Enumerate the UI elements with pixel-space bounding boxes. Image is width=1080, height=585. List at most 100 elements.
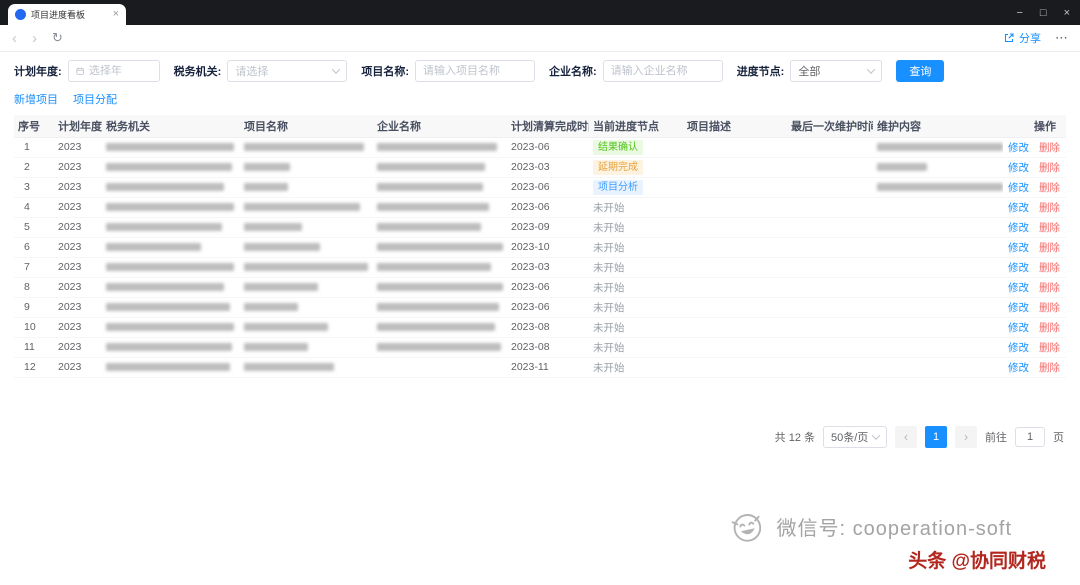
company-name-input[interactable] <box>611 65 715 77</box>
redacted-text <box>377 163 485 171</box>
current-page-button[interactable]: 1 <box>925 426 947 448</box>
project-name-input[interactable] <box>423 65 527 77</box>
cell-maintain-content <box>873 137 1003 157</box>
progress-node-badge: 项目分析 <box>593 180 643 195</box>
edit-link[interactable]: 修改 <box>1008 322 1029 334</box>
cell-tax-authority <box>102 357 240 377</box>
tax-authority-placeholder: 请选择 <box>235 63 268 79</box>
edit-link[interactable]: 修改 <box>1008 262 1029 274</box>
delete-link[interactable]: 删除 <box>1039 262 1060 274</box>
refresh-icon[interactable]: ↻ <box>52 30 63 46</box>
page-size-select[interactable]: 50条/页 <box>823 426 887 448</box>
cell-plan-year: 2023 <box>54 137 102 157</box>
cell-company-name <box>373 257 507 277</box>
cell-progress-node: 未开始 <box>589 357 683 377</box>
cell-project-name <box>240 297 373 317</box>
browser-tab[interactable]: 项目进度看板 × <box>8 4 126 25</box>
tax-authority-select[interactable]: 请选择 <box>227 60 347 82</box>
column-header: 操作 <box>1003 115 1066 137</box>
close-icon[interactable]: × <box>1064 7 1070 19</box>
cell-index: 7 <box>14 257 54 277</box>
edit-link[interactable]: 修改 <box>1008 362 1029 374</box>
delete-link[interactable]: 删除 <box>1039 342 1060 354</box>
edit-link[interactable]: 修改 <box>1008 202 1029 214</box>
cell-progress-node: 结果确认 <box>589 137 683 157</box>
cell-index: 5 <box>14 217 54 237</box>
plan-year-picker[interactable] <box>68 60 160 82</box>
cell-company-name <box>373 317 507 337</box>
cell-last-maintain-time <box>787 137 873 157</box>
minimize-icon[interactable]: − <box>1016 7 1022 19</box>
cell-operations: 修改删除 <box>1003 357 1066 377</box>
delete-link[interactable]: 删除 <box>1039 302 1060 314</box>
cell-operations: 修改删除 <box>1003 237 1066 257</box>
cell-company-name <box>373 157 507 177</box>
goto-page-input[interactable] <box>1015 427 1045 447</box>
edit-link[interactable]: 修改 <box>1008 182 1029 194</box>
wechat-id-text: 微信号: cooperation-soft <box>776 512 1012 541</box>
plan-year-input[interactable] <box>89 65 152 77</box>
edit-link[interactable]: 修改 <box>1008 282 1029 294</box>
delete-link[interactable]: 删除 <box>1039 182 1060 194</box>
column-header: 企业名称 <box>373 115 507 137</box>
edit-link[interactable]: 修改 <box>1008 242 1029 254</box>
cell-operations: 修改删除 <box>1003 217 1066 237</box>
delete-link[interactable]: 删除 <box>1039 362 1060 374</box>
laughing-face-icon <box>725 503 770 548</box>
delete-link[interactable]: 删除 <box>1039 202 1060 214</box>
next-page-button[interactable]: › <box>955 426 977 448</box>
cell-last-maintain-time <box>787 177 873 197</box>
redacted-text <box>244 143 364 151</box>
table-row: 420232023-06未开始修改删除 <box>14 197 1066 217</box>
cell-project-description <box>683 357 787 377</box>
cell-plan-finish-date: 2023-06 <box>507 197 589 217</box>
cell-project-name <box>240 217 373 237</box>
cell-last-maintain-time <box>787 237 873 257</box>
redacted-text <box>377 223 481 231</box>
cell-index: 2 <box>14 157 54 177</box>
cell-plan-finish-date: 2023-09 <box>507 217 589 237</box>
back-icon[interactable]: ‹ <box>12 31 17 46</box>
cell-tax-authority <box>102 337 240 357</box>
share-button[interactable]: 分享 <box>1003 30 1041 46</box>
edit-link[interactable]: 修改 <box>1008 162 1029 174</box>
edit-link[interactable]: 修改 <box>1008 302 1029 314</box>
delete-link[interactable]: 删除 <box>1039 322 1060 334</box>
edit-link[interactable]: 修改 <box>1008 222 1029 234</box>
forward-icon[interactable]: › <box>32 31 37 46</box>
column-header: 计划清算完成时间 <box>507 115 589 137</box>
redacted-text <box>377 323 495 331</box>
table-header-row: 序号计划年度税务机关项目名称企业名称计划清算完成时间当前进度节点项目描述最后一次… <box>14 115 1066 137</box>
cell-plan-year: 2023 <box>54 317 102 337</box>
search-button[interactable]: 查询 <box>896 60 944 82</box>
more-menu-icon[interactable]: ⋯ <box>1055 30 1068 46</box>
cell-maintain-content <box>873 177 1003 197</box>
redacted-text <box>377 143 497 151</box>
tab-close-icon[interactable]: × <box>113 9 119 20</box>
redacted-text <box>244 283 318 291</box>
delete-link[interactable]: 删除 <box>1039 162 1060 174</box>
column-header: 序号 <box>14 115 54 137</box>
prev-page-button[interactable]: ‹ <box>895 426 917 448</box>
redacted-text <box>377 343 501 351</box>
delete-link[interactable]: 删除 <box>1039 282 1060 294</box>
redacted-text <box>106 243 201 251</box>
edit-link[interactable]: 修改 <box>1008 142 1029 154</box>
delete-link[interactable]: 删除 <box>1039 142 1060 154</box>
delete-link[interactable]: 删除 <box>1039 242 1060 254</box>
edit-link[interactable]: 修改 <box>1008 342 1029 354</box>
column-header: 当前进度节点 <box>589 115 683 137</box>
project-name-box[interactable] <box>415 60 535 82</box>
assign-project-link[interactable]: 项目分配 <box>73 91 117 107</box>
redacted-text <box>106 143 234 151</box>
maximize-icon[interactable]: □ <box>1040 7 1047 19</box>
company-name-box[interactable] <box>603 60 723 82</box>
redacted-text <box>106 163 232 171</box>
window-controls: − □ × <box>1016 0 1070 25</box>
redacted-text <box>377 203 489 211</box>
add-project-link[interactable]: 新增项目 <box>14 91 58 107</box>
progress-node-select[interactable]: 全部 <box>790 60 882 82</box>
cell-project-description <box>683 217 787 237</box>
redacted-text <box>244 323 328 331</box>
delete-link[interactable]: 删除 <box>1039 222 1060 234</box>
